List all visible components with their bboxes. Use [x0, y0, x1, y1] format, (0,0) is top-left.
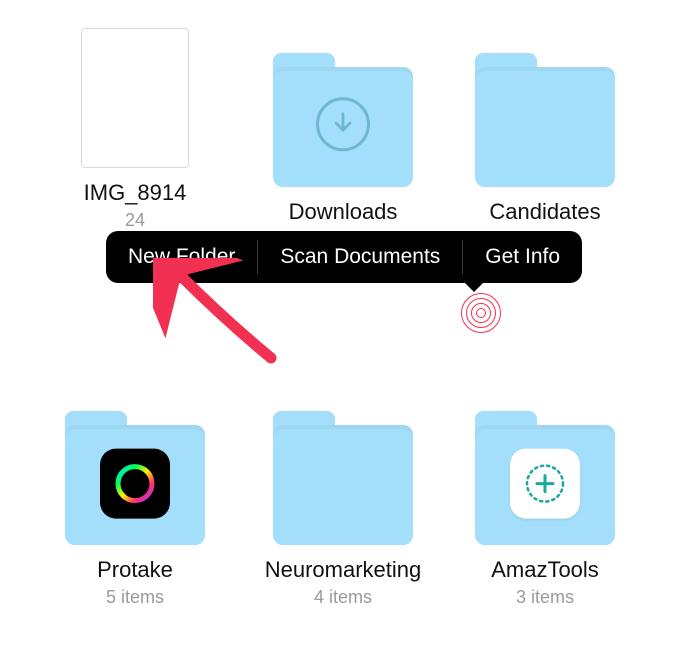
file-name: IMG_8914	[84, 180, 187, 206]
folder-icon	[273, 425, 413, 545]
folder-item[interactable]: Candidates	[450, 47, 640, 225]
folder-icon	[475, 425, 615, 545]
amaztools-app-icon	[510, 449, 580, 519]
file-grid: IMG_8914 24 Downloads Candidates	[0, 0, 680, 665]
folder-icon	[273, 67, 413, 187]
file-sub: 24	[125, 210, 145, 231]
folder-thumb	[65, 405, 205, 545]
download-arrow-icon	[316, 97, 370, 151]
folder-name: AmazTools	[491, 557, 599, 583]
folder-name: Downloads	[289, 199, 398, 225]
file-item[interactable]: IMG_8914 24	[40, 28, 230, 231]
folder-name: Protake	[97, 557, 173, 583]
folder-sub: 4 items	[314, 587, 372, 608]
folder-name: Candidates	[489, 199, 600, 225]
folder-name: Neuromarketing	[265, 557, 422, 583]
folder-sub: 3 items	[516, 587, 574, 608]
folder-thumb	[273, 47, 413, 187]
menu-get-info[interactable]: Get Info	[463, 231, 582, 283]
folder-sub: 5 items	[106, 587, 164, 608]
folder-item[interactable]: Downloads	[248, 47, 438, 225]
file-thumb	[65, 28, 205, 168]
folder-thumb	[273, 405, 413, 545]
folder-thumb	[475, 405, 615, 545]
folder-item[interactable]: Neuromarketing 4 items	[248, 405, 438, 608]
context-menu: New Folder Scan Documents Get Info	[106, 231, 582, 283]
menu-new-folder[interactable]: New Folder	[106, 231, 257, 283]
blank-file-icon	[81, 28, 189, 168]
folder-item[interactable]: AmazTools 3 items	[450, 405, 640, 608]
folder-item[interactable]: Protake 5 items	[40, 405, 230, 608]
protake-app-icon	[100, 449, 170, 519]
folder-icon	[65, 425, 205, 545]
folder-icon	[475, 67, 615, 187]
folder-thumb	[475, 47, 615, 187]
menu-scan-documents[interactable]: Scan Documents	[258, 231, 462, 283]
